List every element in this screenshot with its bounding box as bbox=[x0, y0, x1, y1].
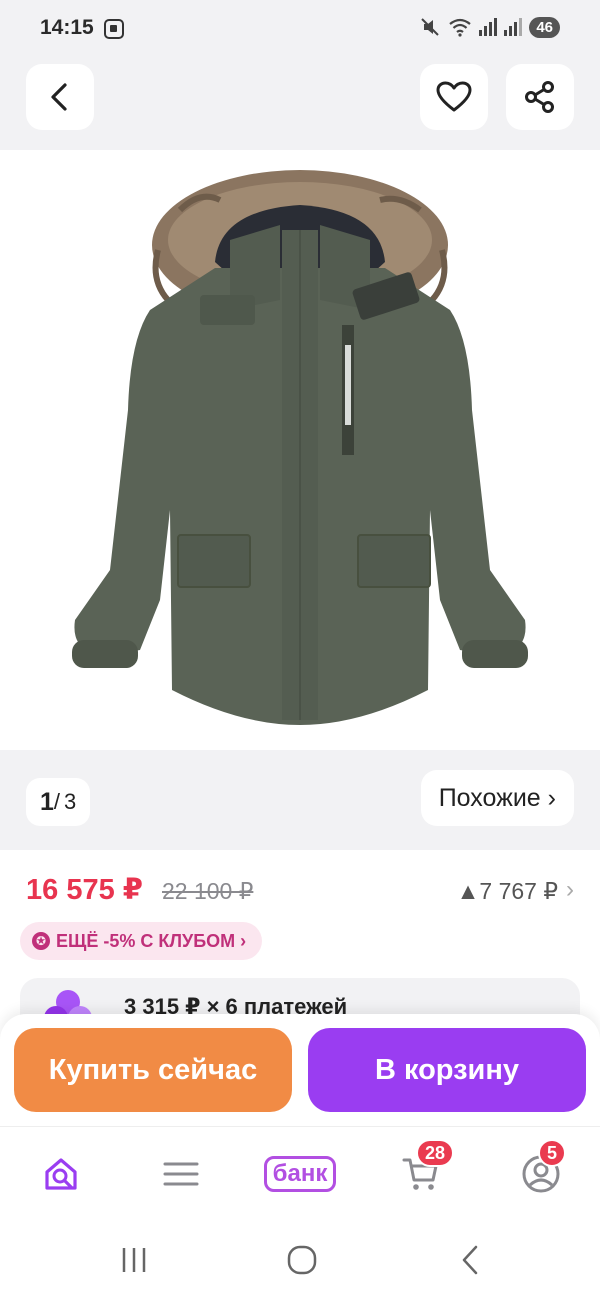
gallery-footer: 1 / 3 Похожие › bbox=[0, 750, 600, 850]
signal-icon-2 bbox=[504, 18, 523, 36]
system-back-icon bbox=[462, 1245, 478, 1275]
image-counter-separator: / bbox=[53, 789, 61, 814]
bank-label: банк bbox=[263, 1156, 337, 1192]
similar-button[interactable]: Похожие › bbox=[420, 770, 574, 826]
parka-jacket-image bbox=[72, 170, 528, 725]
nav-cart[interactable]: 28 bbox=[398, 1139, 455, 1199]
back-button[interactable] bbox=[26, 64, 94, 130]
nav-bank[interactable]: банк bbox=[257, 1149, 343, 1199]
product-image-gallery[interactable] bbox=[0, 150, 600, 750]
status-bar: 14:15 46 bbox=[0, 0, 600, 56]
product-header bbox=[0, 56, 600, 150]
system-home-button[interactable] bbox=[284, 1242, 320, 1278]
nav-profile[interactable]: 5 bbox=[518, 1139, 566, 1199]
system-back-button[interactable] bbox=[452, 1242, 488, 1278]
mute-icon bbox=[421, 18, 440, 36]
menu-lines-icon bbox=[163, 1162, 199, 1186]
profile-badge: 5 bbox=[538, 1139, 566, 1167]
nav-catalog[interactable] bbox=[158, 1149, 204, 1199]
bottom-navigation: банк 28 5 bbox=[0, 1126, 600, 1226]
share-icon bbox=[525, 81, 554, 113]
recents-icon bbox=[122, 1248, 146, 1272]
chevron-right-icon[interactable]: › bbox=[566, 876, 574, 904]
cart-badge: 28 bbox=[416, 1139, 455, 1167]
old-price: 22 100 ₽ bbox=[162, 878, 254, 904]
price-history-link[interactable]: ▲7 767 ₽ bbox=[457, 878, 558, 905]
home-search-icon bbox=[45, 1158, 77, 1190]
image-counter-current: 1 bbox=[40, 787, 54, 816]
image-counter-total: 3 bbox=[64, 789, 77, 814]
club-discount-label: ЕЩЁ -5% С КЛУБОМ › bbox=[56, 930, 247, 951]
star-badge-icon: ✪ bbox=[32, 932, 50, 950]
heart-icon bbox=[436, 81, 472, 112]
share-button[interactable] bbox=[506, 64, 574, 130]
signal-icon bbox=[479, 18, 498, 36]
nav-home[interactable] bbox=[38, 1149, 84, 1199]
home-circle-icon bbox=[287, 1245, 317, 1275]
club-discount-badge[interactable]: ✪ ЕЩЁ -5% С КЛУБОМ › bbox=[20, 922, 263, 960]
current-price: 16 575 ₽ bbox=[26, 874, 143, 906]
chevron-left-icon bbox=[51, 83, 67, 111]
favorite-button[interactable] bbox=[420, 64, 488, 130]
battery-indicator: 46 bbox=[529, 16, 560, 38]
wifi-icon bbox=[449, 18, 471, 37]
buy-now-button[interactable]: Купить сейчас bbox=[14, 1028, 292, 1112]
action-bar: Купить сейчас В корзину bbox=[0, 1014, 600, 1126]
price-row: 16 575 ₽ 22 100 ₽ ▲7 767 ₽ › bbox=[26, 872, 574, 912]
status-icons: 46 bbox=[419, 16, 560, 38]
image-counter: 1 / 3 bbox=[26, 778, 91, 826]
recents-button[interactable] bbox=[116, 1242, 152, 1278]
system-navigation bbox=[0, 1226, 600, 1299]
status-time: 14:15 bbox=[40, 16, 94, 39]
add-to-cart-button[interactable]: В корзину bbox=[308, 1028, 586, 1112]
screen-record-icon bbox=[104, 19, 124, 39]
